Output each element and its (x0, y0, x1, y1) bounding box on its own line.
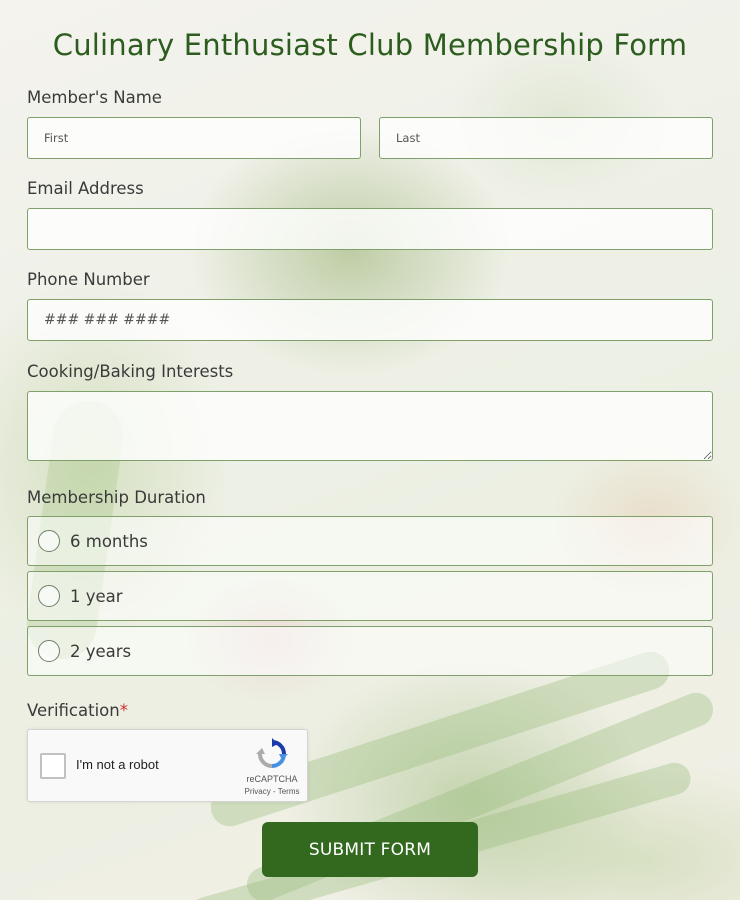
verification-label-text: Verification (27, 701, 120, 720)
required-asterisk: * (119, 701, 128, 720)
duration-option-label: 1 year (70, 586, 123, 606)
recaptcha-widget: I'm not a robot reCAPTCHA Privacy - Term… (27, 729, 308, 802)
first-name-input[interactable] (27, 117, 361, 159)
duration-option-1-year[interactable]: 1 year (27, 571, 713, 621)
form-title: Culinary Enthusiast Club Membership Form (52, 28, 688, 62)
recaptcha-links[interactable]: Privacy - Terms (238, 787, 306, 796)
duration-option-label: 6 months (70, 531, 148, 551)
last-name-input[interactable] (379, 117, 713, 159)
radio-button[interactable] (38, 640, 60, 662)
member-name-label: Member's Name (27, 88, 162, 107)
recaptcha-label: I'm not a robot (76, 757, 159, 772)
phone-label: Phone Number (27, 270, 150, 289)
email-label: Email Address (27, 179, 144, 198)
recaptcha-brand: reCAPTCHA (246, 774, 298, 784)
email-input[interactable] (27, 208, 713, 250)
submit-button[interactable]: SUBMIT FORM (262, 822, 478, 877)
recaptcha-logo-icon (256, 738, 288, 768)
duration-label: Membership Duration (27, 488, 206, 507)
radio-button[interactable] (38, 585, 60, 607)
membership-form: Culinary Enthusiast Club Membership Form… (0, 0, 740, 900)
radio-button[interactable] (38, 530, 60, 552)
duration-option-6-months[interactable]: 6 months (27, 516, 713, 566)
recaptcha-checkbox[interactable] (40, 753, 66, 779)
interests-label: Cooking/Baking Interests (27, 362, 234, 381)
duration-option-2-years[interactable]: 2 years (27, 626, 713, 676)
verification-label: Verification* (27, 701, 128, 720)
duration-option-label: 2 years (70, 641, 132, 661)
interests-textarea[interactable] (27, 391, 713, 461)
phone-input[interactable] (27, 299, 713, 341)
